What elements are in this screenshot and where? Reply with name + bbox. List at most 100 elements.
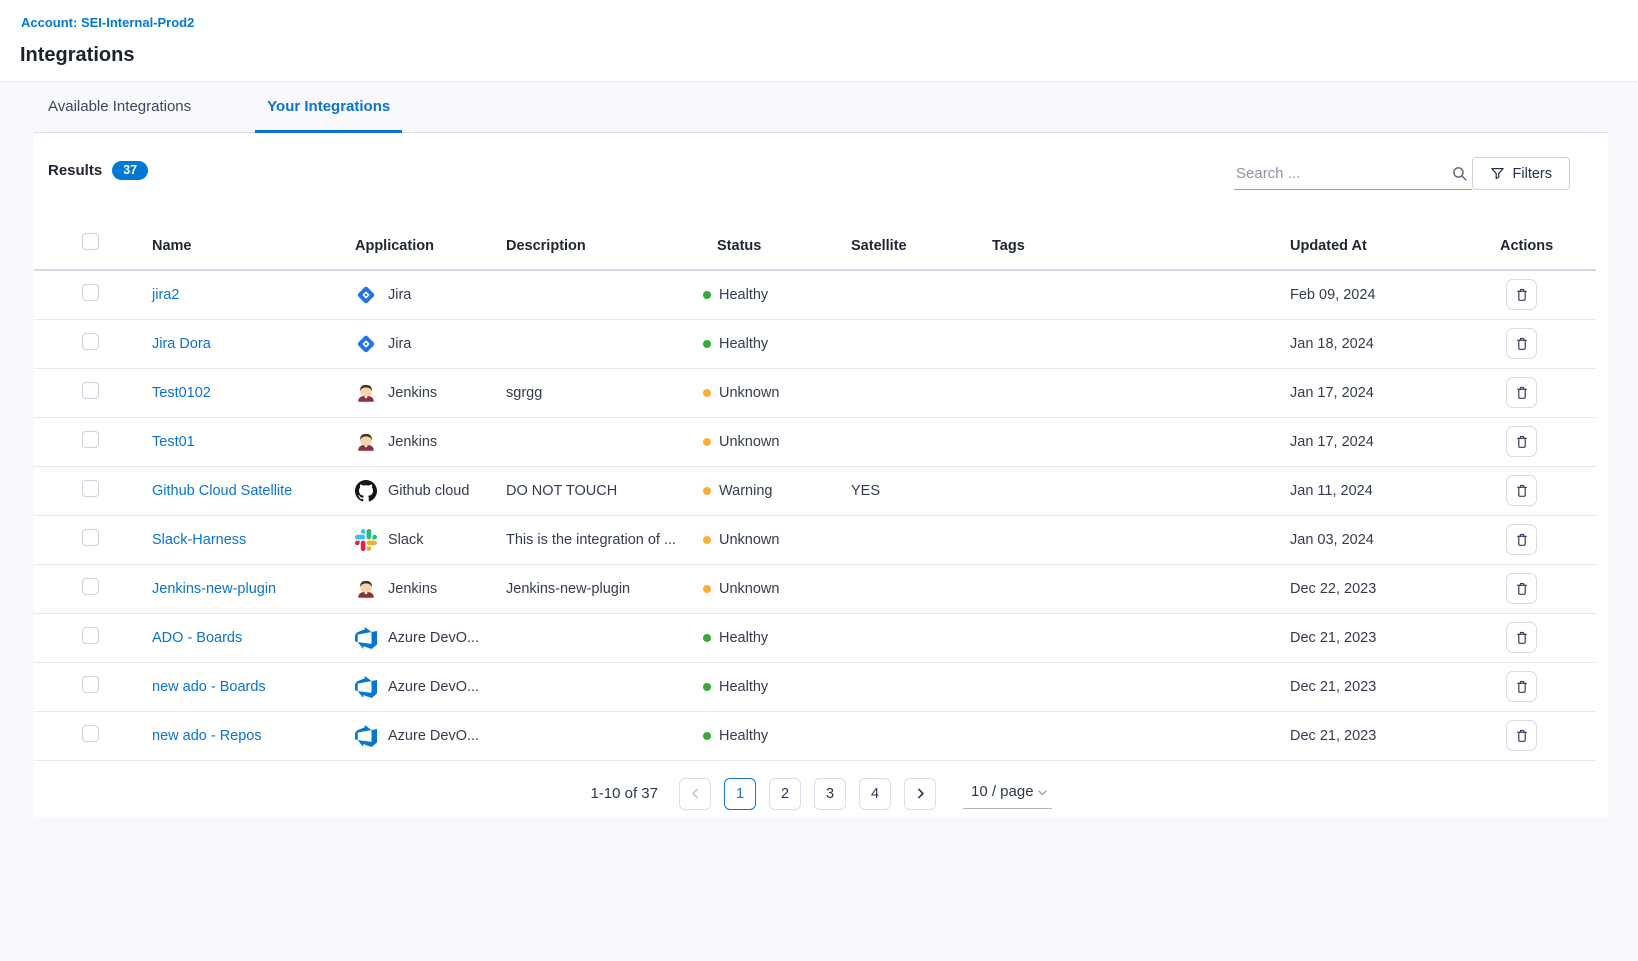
top-header: Account: SEI-Internal-Prod2 Integrations — [0, 0, 1638, 82]
description-cell: DO NOT TOUCH — [506, 466, 703, 515]
chevron-down-icon — [1037, 787, 1048, 798]
delete-integration-button[interactable] — [1506, 377, 1537, 408]
tags-cell — [992, 662, 1290, 711]
tags-cell — [992, 564, 1290, 613]
filters-button[interactable]: Filters — [1472, 157, 1570, 190]
status-dot-icon — [703, 634, 711, 642]
satellite-cell — [851, 613, 992, 662]
row-checkbox[interactable] — [82, 676, 99, 693]
delete-integration-button[interactable] — [1506, 279, 1537, 310]
tags-cell — [992, 368, 1290, 417]
tags-cell — [992, 613, 1290, 662]
filters-button-label: Filters — [1513, 166, 1552, 182]
status-dot-icon — [703, 683, 711, 691]
azure-devops-icon — [355, 627, 377, 649]
tab-strip: Available Integrations Your Integrations — [34, 82, 1608, 133]
integration-name-link[interactable]: Test0102 — [152, 385, 211, 401]
integration-name-link[interactable]: new ado - Repos — [152, 728, 262, 744]
page-title: Integrations — [20, 44, 134, 67]
status-dot-icon — [703, 585, 711, 593]
next-page-button[interactable] — [904, 778, 936, 810]
tab-available-integrations[interactable]: Available Integrations — [36, 82, 203, 133]
integration-name-link[interactable]: Jenkins-new-plugin — [152, 581, 276, 597]
column-header-description: Description — [506, 197, 703, 270]
status-label: Warning — [719, 483, 772, 499]
page-button-3[interactable]: 3 — [814, 778, 846, 810]
satellite-cell — [851, 564, 992, 613]
slack-icon — [355, 529, 377, 551]
trash-icon — [1514, 728, 1530, 744]
trash-icon — [1514, 483, 1530, 499]
row-checkbox[interactable] — [82, 529, 99, 546]
delete-integration-button[interactable] — [1506, 720, 1537, 751]
pagination: 1-10 of 37 1234 10 / page — [34, 778, 1608, 810]
integration-name-link[interactable]: Jira Dora — [152, 336, 211, 352]
tab-your-integrations[interactable]: Your Integrations — [255, 82, 402, 133]
row-checkbox[interactable] — [82, 627, 99, 644]
integration-name-link[interactable]: new ado - Boards — [152, 679, 266, 695]
account-breadcrumb-link[interactable]: Account: SEI-Internal-Prod2 — [21, 15, 194, 30]
updated-at-cell: Jan 11, 2024 — [1290, 466, 1500, 515]
updated-at-cell: Dec 21, 2023 — [1290, 711, 1500, 760]
status-label: Healthy — [719, 679, 768, 695]
select-all-checkbox[interactable] — [82, 233, 99, 250]
delete-integration-button[interactable] — [1506, 573, 1537, 604]
trash-icon — [1514, 532, 1530, 548]
table-row: Test0102 — [34, 368, 1596, 417]
delete-integration-button[interactable] — [1506, 622, 1537, 653]
trash-icon — [1514, 630, 1530, 646]
delete-integration-button[interactable] — [1506, 426, 1537, 457]
application-label: Jenkins — [388, 434, 437, 450]
trash-icon — [1514, 581, 1530, 597]
delete-integration-button[interactable] — [1506, 524, 1537, 555]
satellite-cell — [851, 368, 992, 417]
jira-icon — [355, 333, 377, 355]
status-dot-icon — [703, 438, 711, 446]
page-button-1[interactable]: 1 — [724, 778, 756, 810]
azure-devops-icon — [355, 676, 377, 698]
table-row: new ado - Repos — [34, 711, 1596, 760]
delete-integration-button[interactable] — [1506, 671, 1537, 702]
page-button-2[interactable]: 2 — [769, 778, 801, 810]
results-label: Results — [48, 162, 102, 179]
page-button-4[interactable]: 4 — [859, 778, 891, 810]
delete-integration-button[interactable] — [1506, 328, 1537, 359]
status-label: Healthy — [719, 728, 768, 744]
status-dot-icon — [703, 291, 711, 299]
delete-integration-button[interactable] — [1506, 475, 1537, 506]
azure-devops-icon — [355, 725, 377, 747]
integration-name-link[interactable]: ADO - Boards — [152, 630, 242, 646]
trash-icon — [1514, 336, 1530, 352]
table-row: Jira Dora — [34, 319, 1596, 368]
search-box — [1234, 161, 1472, 190]
search-input[interactable] — [1234, 161, 1472, 190]
application-label: Github cloud — [388, 483, 469, 499]
row-checkbox[interactable] — [82, 578, 99, 595]
row-checkbox[interactable] — [82, 333, 99, 350]
description-cell — [506, 613, 703, 662]
row-checkbox[interactable] — [82, 284, 99, 301]
toolbar: Results 37 Filters — [34, 133, 1608, 197]
column-header-tags: Tags — [992, 197, 1290, 270]
integration-name-link[interactable]: jira2 — [152, 287, 179, 303]
integration-name-link[interactable]: Slack-Harness — [152, 532, 246, 548]
jenkins-icon — [355, 382, 377, 404]
integration-name-link[interactable]: Github Cloud Satellite — [152, 483, 292, 499]
integrations-page: Account: SEI-Internal-Prod2 Integrations… — [0, 0, 1638, 961]
column-header-status: Status — [703, 197, 851, 270]
integration-name-link[interactable]: Test01 — [152, 434, 195, 450]
row-checkbox[interactable] — [82, 725, 99, 742]
satellite-cell — [851, 515, 992, 564]
column-header-satellite: Satellite — [851, 197, 992, 270]
row-checkbox[interactable] — [82, 431, 99, 448]
description-cell — [506, 417, 703, 466]
status-dot-icon — [703, 340, 711, 348]
row-checkbox[interactable] — [82, 382, 99, 399]
page-size-select[interactable]: 10 / page — [963, 779, 1052, 809]
table-row: Jenkins-new-plugin — [34, 564, 1596, 613]
satellite-cell — [851, 417, 992, 466]
table-row: ADO - Boards — [34, 613, 1596, 662]
row-checkbox[interactable] — [82, 480, 99, 497]
table-row: jira2 — [34, 270, 1596, 319]
previous-page-button[interactable] — [679, 778, 711, 810]
